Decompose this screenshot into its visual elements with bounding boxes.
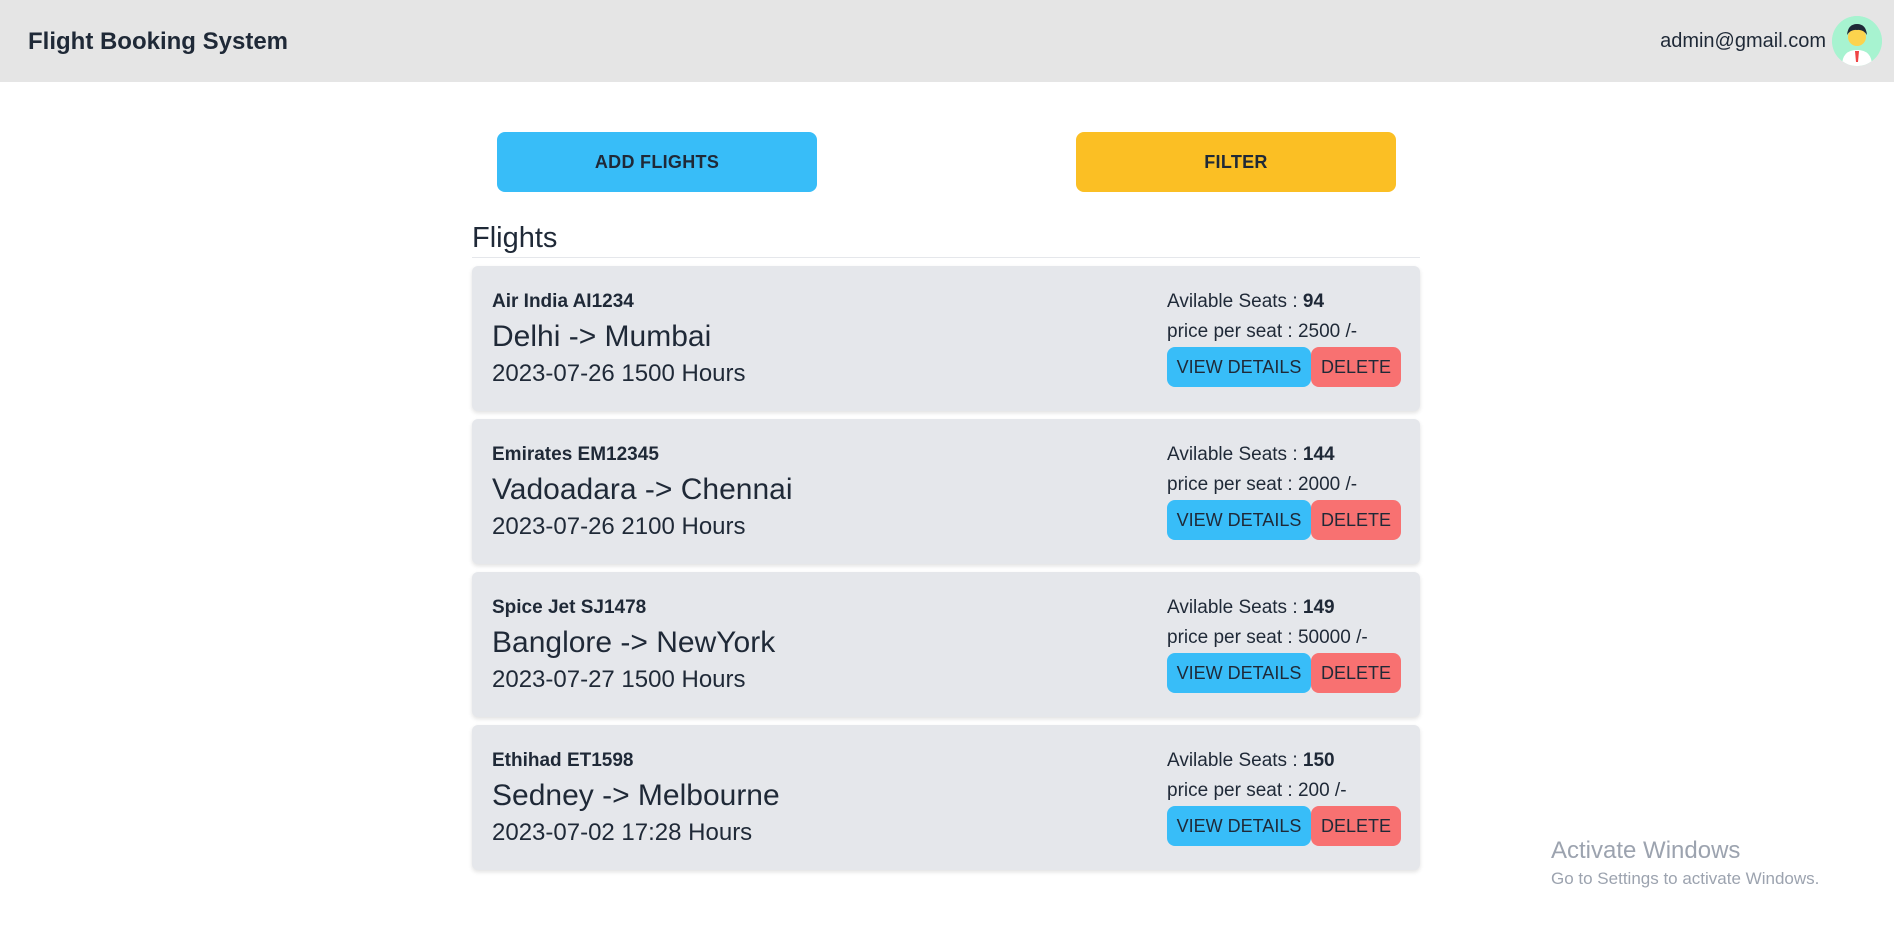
view-details-button[interactable]: VIEW DETAILS — [1167, 806, 1311, 846]
flight-datetime: 2023-07-27 1500 Hours — [492, 666, 746, 693]
price-per-seat: price per seat : 2500 /- — [1167, 321, 1357, 343]
seats-value: 149 — [1302, 597, 1335, 618]
price-value: 2000 — [1297, 474, 1341, 495]
price-per-seat: price per seat : 50000 /- — [1167, 627, 1368, 649]
price-suffix: /- — [1340, 474, 1358, 495]
view-details-button[interactable]: VIEW DETAILS — [1167, 347, 1311, 387]
price-per-seat: price per seat : 200 /- — [1167, 780, 1347, 802]
flight-route: Vadoadara -> Chennai — [492, 473, 793, 506]
seats-label: Avilable Seats : — [1167, 750, 1303, 771]
activate-windows-watermark: Activate Windows Go to Settings to activ… — [1551, 837, 1819, 889]
watermark-title: Activate Windows — [1551, 837, 1741, 864]
delete-button[interactable]: DELETE — [1311, 653, 1401, 693]
flight-airline: Spice Jet SJ1478 — [492, 597, 647, 618]
price-value: 50000 — [1297, 627, 1351, 648]
brand-title[interactable]: Flight Booking System — [28, 28, 288, 56]
delete-button[interactable]: DELETE — [1311, 806, 1401, 846]
flight-datetime: 2023-07-26 1500 Hours — [492, 360, 746, 387]
user-email: admin@gmail.com — [1660, 30, 1826, 52]
price-label: price per seat : — [1167, 627, 1298, 648]
seats-value: 150 — [1302, 750, 1335, 771]
watermark-subtitle: Go to Settings to activate Windows. — [1551, 869, 1820, 888]
flight-card: Ethihad ET1598 Sedney -> Melbourne 2023-… — [472, 725, 1420, 870]
price-value: 200 — [1297, 780, 1330, 801]
price-label: price per seat : — [1167, 474, 1298, 495]
flight-list: Air India AI1234 Delhi -> Mumbai 2023-07… — [472, 266, 1420, 878]
delete-button[interactable]: DELETE — [1311, 347, 1401, 387]
available-seats: Avilable Seats : 149 — [1167, 597, 1335, 619]
flight-card: Air India AI1234 Delhi -> Mumbai 2023-07… — [472, 266, 1420, 411]
seats-label: Avilable Seats : — [1167, 444, 1303, 465]
price-suffix: /- — [1329, 780, 1347, 801]
price-label: price per seat : — [1167, 321, 1298, 342]
available-seats: Avilable Seats : 94 — [1167, 291, 1324, 313]
seats-label: Avilable Seats : — [1167, 291, 1303, 312]
flight-route: Delhi -> Mumbai — [492, 320, 712, 353]
view-details-button[interactable]: VIEW DETAILS — [1167, 653, 1311, 693]
available-seats: Avilable Seats : 150 — [1167, 750, 1335, 772]
seats-value: 144 — [1302, 444, 1335, 465]
flight-airline: Air India AI1234 — [492, 291, 634, 312]
price-label: price per seat : — [1167, 780, 1298, 801]
filter-button[interactable]: FILTER — [1076, 132, 1396, 192]
user-avatar-icon[interactable] — [1832, 16, 1882, 66]
flight-airline: Emirates EM12345 — [492, 444, 659, 465]
flight-route: Banglore -> NewYork — [492, 626, 776, 659]
flight-card: Emirates EM12345 Vadoadara -> Chennai 20… — [472, 419, 1420, 564]
section-divider — [472, 257, 1420, 258]
add-flights-button[interactable]: ADD FLIGHTS — [497, 132, 817, 192]
flight-datetime: 2023-07-26 2100 Hours — [492, 513, 746, 540]
price-value: 2500 — [1297, 321, 1341, 342]
flight-datetime: 2023-07-02 17:28 Hours — [492, 819, 753, 846]
seats-label: Avilable Seats : — [1167, 597, 1303, 618]
flight-airline: Ethihad ET1598 — [492, 750, 634, 771]
price-suffix: /- — [1350, 627, 1368, 648]
view-details-button[interactable]: VIEW DETAILS — [1167, 500, 1311, 540]
price-per-seat: price per seat : 2000 /- — [1167, 474, 1357, 496]
available-seats: Avilable Seats : 144 — [1167, 444, 1335, 466]
flight-route: Sedney -> Melbourne — [492, 779, 780, 812]
navbar: Flight Booking System admin@gmail.com — [0, 0, 1894, 82]
page-title: Flights — [472, 222, 558, 254]
seats-value: 94 — [1302, 291, 1325, 312]
price-suffix: /- — [1340, 321, 1358, 342]
flight-card: Spice Jet SJ1478 Banglore -> NewYork 202… — [472, 572, 1420, 717]
delete-button[interactable]: DELETE — [1311, 500, 1401, 540]
